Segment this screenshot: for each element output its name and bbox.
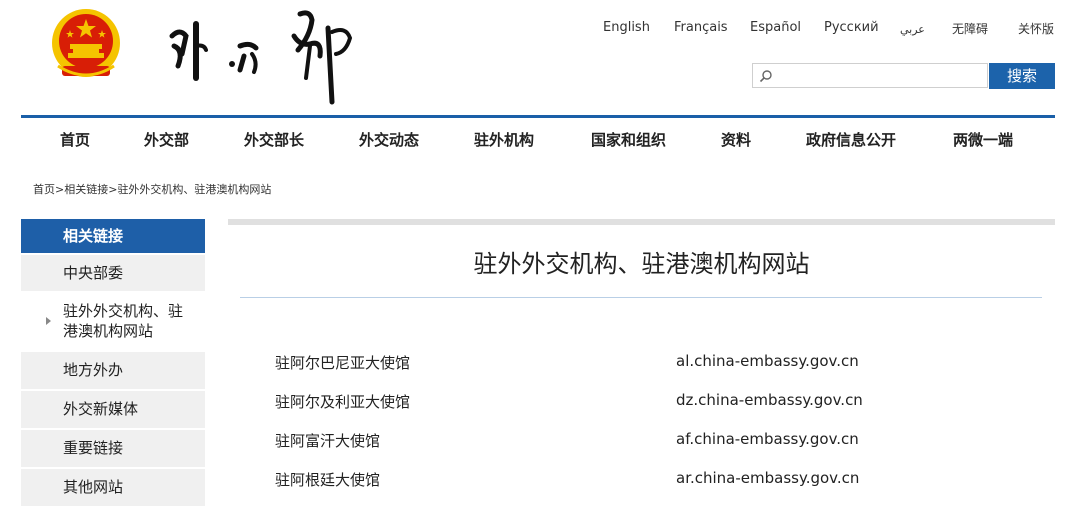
breadcrumb-related-links[interactable]: 相关链接 bbox=[64, 183, 108, 196]
accessibility-link[interactable]: 无障碍 bbox=[952, 20, 988, 37]
nav-item-resources[interactable]: 资料 bbox=[721, 129, 751, 150]
main-nav: 首页 外交部 外交部长 外交动态 驻外机构 国家和组织 资料 政府信息公开 两微… bbox=[21, 120, 1055, 158]
elderly-care-version-link[interactable]: 关怀版 bbox=[1018, 20, 1054, 37]
search-input[interactable] bbox=[777, 66, 986, 87]
lang-english-link[interactable]: English bbox=[603, 20, 650, 35]
lang-french-link[interactable]: Français bbox=[674, 20, 728, 35]
sidebar-header: 相关链接 bbox=[21, 219, 205, 253]
list-item: 驻阿富汗大使馆 af.china-embassy.gov.cn bbox=[0, 430, 1080, 454]
language-bar: English Français Español Русский عربي 无障… bbox=[586, 20, 1066, 40]
lang-russian-link[interactable]: Русский bbox=[824, 20, 879, 35]
embassy-name-link[interactable]: 驻阿尔巴尼亚大使馆 bbox=[275, 352, 410, 373]
arrow-right-icon bbox=[46, 317, 51, 325]
nav-item-overseas-missions[interactable]: 驻外机构 bbox=[474, 129, 534, 150]
header-divider bbox=[21, 115, 1055, 118]
embassy-url-link[interactable]: al.china-embassy.gov.cn bbox=[676, 352, 859, 370]
breadcrumb-separator: > bbox=[55, 183, 65, 196]
nav-item-social-media[interactable]: 两微一端 bbox=[953, 129, 1013, 150]
list-item: 驻阿根廷大使馆 ar.china-embassy.gov.cn bbox=[0, 469, 1080, 493]
nav-item-home[interactable]: 首页 bbox=[60, 129, 90, 150]
list-item: 驻阿尔及利亚大使馆 dz.china-embassy.gov.cn bbox=[0, 391, 1080, 415]
sidebar-item-central-ministries[interactable]: 中央部委 bbox=[21, 255, 205, 291]
breadcrumb: 首页>相关链接>驻外外交机构、驻港澳机构网站 bbox=[33, 181, 271, 197]
embassy-name-link[interactable]: 驻阿根廷大使馆 bbox=[275, 469, 380, 490]
nav-item-ministry[interactable]: 外交部 bbox=[144, 129, 189, 150]
sidebar-item-overseas-missions[interactable]: 驻外外交机构、驻港澳机构网站 bbox=[21, 293, 205, 349]
nav-item-government-info[interactable]: 政府信息公开 bbox=[806, 129, 896, 150]
list-item: 驻阿尔巴尼亚大使馆 al.china-embassy.gov.cn bbox=[0, 352, 1080, 376]
search-box bbox=[752, 63, 988, 88]
nav-item-countries-organizations[interactable]: 国家和组织 bbox=[591, 129, 666, 150]
title-divider bbox=[240, 297, 1042, 298]
embassy-url-link[interactable]: ar.china-embassy.gov.cn bbox=[676, 469, 859, 487]
embassy-name-link[interactable]: 驻阿富汗大使馆 bbox=[275, 430, 380, 451]
content-top-strip bbox=[228, 219, 1055, 225]
sidebar-item-label: 驻外外交机构、驻港澳机构网站 bbox=[63, 302, 184, 340]
embassy-url-link[interactable]: af.china-embassy.gov.cn bbox=[676, 430, 859, 448]
nav-item-minister[interactable]: 外交部长 bbox=[244, 129, 304, 150]
page-title: 驻外外交机构、驻港澳机构网站 bbox=[473, 250, 810, 278]
lang-arabic-link[interactable]: عربي bbox=[900, 23, 925, 36]
nav-item-diplomatic-news[interactable]: 外交动态 bbox=[359, 129, 419, 150]
ministry-calligraphy-logo-icon bbox=[169, 10, 353, 105]
search-button[interactable]: 搜索 bbox=[989, 63, 1055, 89]
breadcrumb-home-link[interactable]: 首页 bbox=[33, 183, 55, 196]
lang-spanish-link[interactable]: Español bbox=[750, 20, 801, 35]
embassy-name-link[interactable]: 驻阿尔及利亚大使馆 bbox=[275, 391, 410, 412]
search-icon bbox=[759, 70, 772, 83]
breadcrumb-current-page[interactable]: 驻外外交机构、驻港澳机构网站 bbox=[117, 183, 271, 196]
embassy-url-link[interactable]: dz.china-embassy.gov.cn bbox=[676, 391, 863, 409]
national-emblem-icon bbox=[52, 9, 120, 77]
